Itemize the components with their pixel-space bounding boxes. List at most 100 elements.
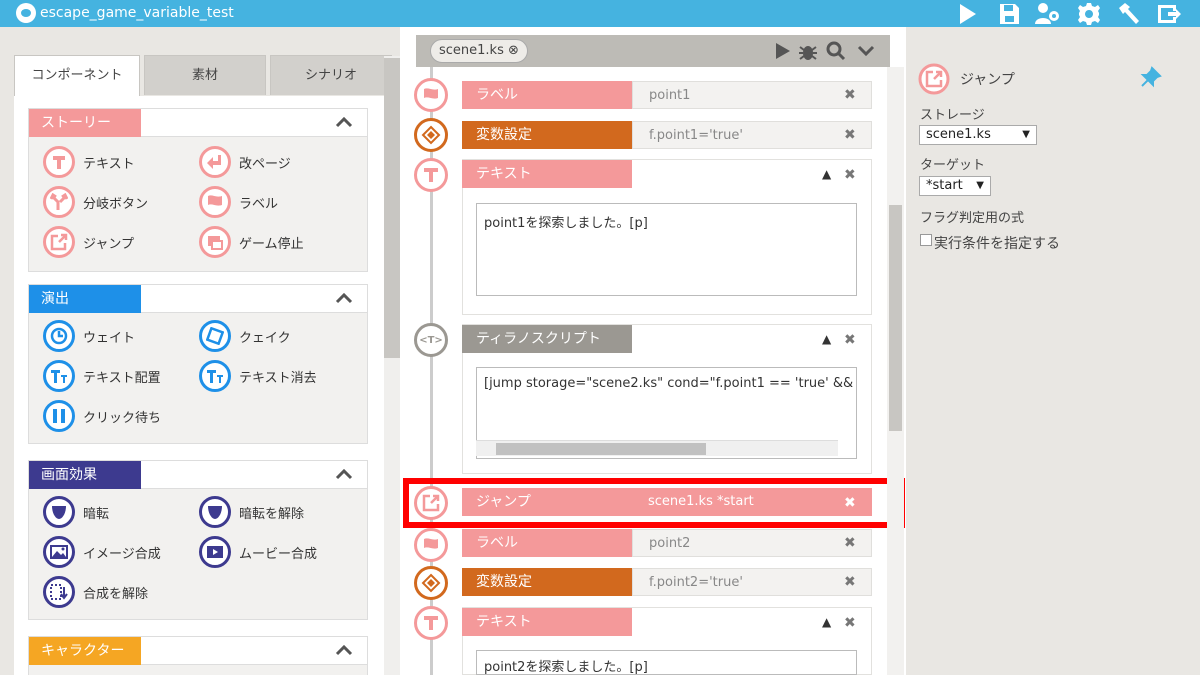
component-text[interactable]: テキスト — [43, 145, 135, 179]
unmerge-icon — [43, 576, 75, 608]
search-icon[interactable] — [826, 41, 846, 61]
component-label: 暗転 — [83, 506, 110, 522]
row-script-type[interactable]: ティラノスクリプト — [462, 325, 632, 353]
component-text-place[interactable]: テキスト配置 — [43, 359, 161, 393]
group-header[interactable]: 演出 — [29, 285, 367, 313]
component-label: ゲーム停止 — [239, 236, 304, 252]
group-header[interactable]: ストーリー — [29, 109, 367, 137]
component-panel-scrollbar[interactable] — [384, 56, 400, 675]
play-icon[interactable] — [954, 2, 980, 26]
collapse-icon[interactable]: ▲ — [822, 615, 831, 629]
text-body[interactable]: point2を探索しました。[p] — [476, 650, 857, 675]
component-label-text: ラベル — [239, 196, 279, 212]
export-icon[interactable] — [1156, 2, 1182, 26]
text-t-icon — [414, 606, 448, 640]
row-var-type[interactable]: 変数設定 — [462, 121, 632, 149]
scroll-thumb[interactable] — [384, 58, 400, 358]
hammer-icon[interactable] — [1116, 2, 1142, 26]
component-unfade[interactable]: 暗転を解除 — [199, 495, 304, 529]
text-body[interactable]: point1を探索しました。[p] — [476, 203, 857, 296]
row-var-value[interactable]: f.point2='true' — [632, 568, 872, 596]
scroll-thumb[interactable] — [496, 443, 706, 455]
dropdown-arrow-icon: ▼ — [976, 180, 984, 191]
component-unmerge[interactable]: 合成を解除 — [43, 575, 148, 609]
tab-components[interactable]: コンポーネント — [14, 55, 140, 97]
condition-checkbox[interactable] — [920, 234, 932, 246]
save-icon[interactable] — [996, 2, 1022, 26]
component-label: テキスト消去 — [239, 370, 317, 386]
component-label: ジャンプ — [83, 236, 134, 252]
group-story: ストーリー テキスト 改ページ 分岐ボタン ラベル ジャンプ ゲーム停止 — [28, 108, 368, 272]
component-label: ムービー合成 — [239, 546, 318, 562]
close-icon[interactable]: ✖ — [844, 332, 856, 348]
group-title: ストーリー — [29, 109, 141, 137]
scenario-scrollbar[interactable] — [887, 67, 904, 675]
storage-select[interactable]: scene1.ks ▼ — [919, 125, 1037, 145]
collapse-icon[interactable]: ▲ — [822, 332, 831, 346]
row-label-type[interactable]: ラベル — [462, 81, 632, 109]
component-label: 合成を解除 — [83, 586, 149, 602]
chevron-up-icon[interactable] — [335, 291, 353, 305]
close-icon[interactable]: ✖ — [844, 574, 856, 590]
play-icon[interactable] — [772, 41, 792, 61]
close-icon[interactable]: ✖ — [844, 167, 856, 183]
component-pagebreak[interactable]: 改ページ — [199, 145, 291, 179]
app-title: escape_game_variable_test — [40, 5, 234, 21]
component-fade[interactable]: 暗転 — [43, 495, 109, 529]
group-title: キャラクター — [29, 637, 141, 665]
row-var-value[interactable]: f.point1='true' — [632, 121, 872, 149]
tab-scenario[interactable]: シナリオ — [270, 55, 392, 95]
chevron-down-icon[interactable] — [856, 41, 876, 61]
row-var-type[interactable]: 変数設定 — [462, 568, 632, 596]
close-icon[interactable]: ✖ — [844, 615, 856, 631]
quake-icon — [199, 320, 231, 352]
group-title: 演出 — [29, 285, 141, 313]
row-text-type[interactable]: テキスト — [462, 160, 632, 188]
close-tab-icon[interactable]: ⊗ — [508, 43, 519, 58]
component-gamestop[interactable]: ゲーム停止 — [199, 225, 304, 259]
component-image-merge[interactable]: イメージ合成 — [43, 535, 161, 569]
bug-icon[interactable] — [798, 41, 818, 61]
target-select[interactable]: *start ▼ — [919, 176, 991, 196]
group-header[interactable]: 画面効果 — [29, 461, 367, 489]
component-label: クェイク — [239, 330, 291, 346]
chevron-up-icon[interactable] — [335, 115, 353, 129]
component-movie-merge[interactable]: ムービー合成 — [199, 535, 317, 569]
users-icon[interactable] — [1034, 2, 1060, 26]
row-label-type[interactable]: ラベル — [462, 529, 632, 557]
close-icon[interactable]: ✖ — [844, 87, 856, 103]
gear-icon[interactable] — [1076, 2, 1102, 26]
file-tab[interactable]: scene1.ks ⊗ — [430, 39, 528, 63]
flag-icon — [414, 528, 448, 562]
row-label-value[interactable]: point1 — [632, 81, 872, 109]
group-header[interactable]: キャラクター — [29, 637, 367, 665]
collapse-icon[interactable]: ▲ — [822, 167, 831, 181]
script-hscrollbar[interactable] — [476, 440, 838, 456]
stop-window-icon — [199, 226, 231, 258]
component-text-clear[interactable]: テキスト消去 — [199, 359, 317, 393]
tab-materials[interactable]: 素材 — [144, 55, 266, 95]
close-icon[interactable]: ✖ — [844, 535, 856, 551]
condition-checkbox-label[interactable]: 実行条件を指定する — [934, 233, 1060, 253]
close-icon[interactable]: ✖ — [844, 127, 856, 143]
component-label: クリック待ち — [83, 410, 162, 426]
component-wait[interactable]: ウェイト — [43, 319, 135, 353]
scroll-thumb[interactable] — [889, 205, 902, 431]
component-label[interactable]: ラベル — [199, 185, 278, 219]
component-branch[interactable]: 分岐ボタン — [43, 185, 148, 219]
component-jump[interactable]: ジャンプ — [43, 225, 134, 259]
row-text-type[interactable]: テキスト — [462, 608, 632, 636]
component-panel: ストーリー テキスト 改ページ 分岐ボタン ラベル ジャンプ ゲーム停止 演出 … — [14, 96, 384, 675]
pin-icon[interactable] — [1140, 66, 1162, 88]
return-arrow-icon — [199, 146, 231, 178]
unfade-icon — [199, 496, 231, 528]
chevron-up-icon[interactable] — [335, 643, 353, 657]
branch-icon — [43, 186, 75, 218]
app-logo-icon — [16, 3, 36, 23]
component-click-wait[interactable]: クリック待ち — [43, 399, 161, 433]
flag-icon — [414, 78, 448, 112]
file-bar: scene1.ks ⊗ — [416, 35, 890, 67]
chevron-up-icon[interactable] — [335, 467, 353, 481]
row-label-value[interactable]: point2 — [632, 529, 872, 557]
component-quake[interactable]: クェイク — [199, 319, 291, 353]
